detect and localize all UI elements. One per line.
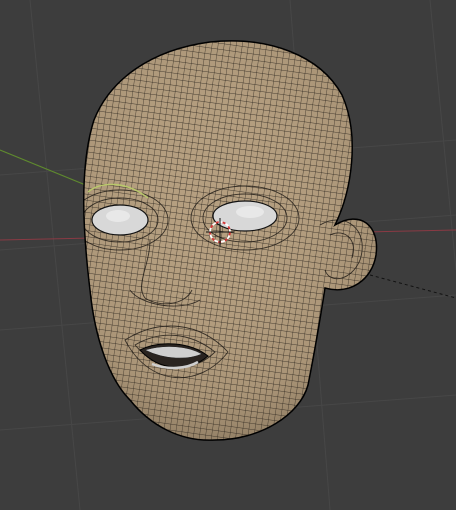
right-eye[interactable] [212, 200, 278, 232]
3d-viewport[interactable] [0, 0, 456, 510]
left-eye[interactable] [91, 204, 149, 236]
